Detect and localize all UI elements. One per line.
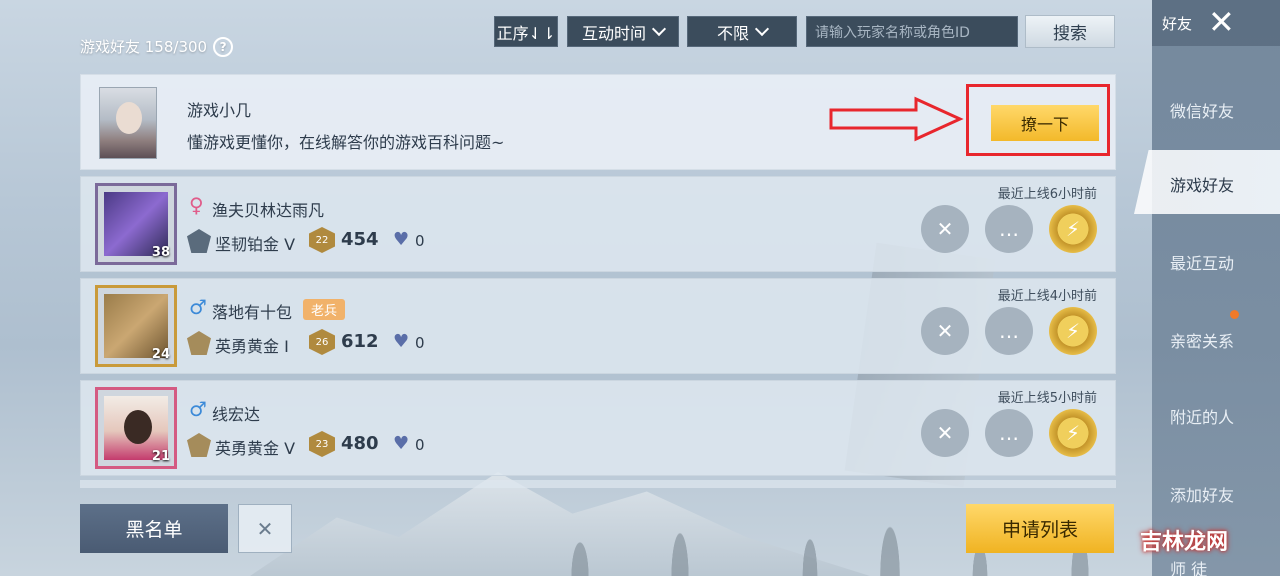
rank-text: 英勇黄金 V <box>215 439 296 458</box>
male-icon: ♂ <box>189 397 207 421</box>
veteran-badge: 老兵 <box>303 299 346 320</box>
rank-points: 612 <box>341 331 379 352</box>
filter-label: 不限 <box>716 23 749 43</box>
assistant-description: 懂游戏更懂你，在线解答你的游戏百科问题~ <box>187 133 505 152</box>
player-level: 21 <box>151 449 170 464</box>
sidebar-item-mentor[interactable]: 师 徒 <box>1170 556 1207 576</box>
player-level: 24 <box>151 347 170 362</box>
chat-icon[interactable]: … <box>985 409 1033 457</box>
sort-by-dropdown[interactable]: 互动时间 <box>567 16 679 47</box>
sidebar-header-label: 好友 <box>1162 14 1193 33</box>
list-item-partial <box>80 480 1116 488</box>
player-name: 落地有十包 <box>212 303 293 322</box>
avatar[interactable] <box>99 87 157 159</box>
rank-points: 454 <box>341 229 379 250</box>
heart-icon: ♥ <box>393 229 410 250</box>
gift-icon[interactable]: ⚡ <box>1049 205 1097 253</box>
sidebar-item-intimate[interactable]: 亲密关系 <box>1170 328 1234 352</box>
chevron-down-icon <box>754 21 770 37</box>
search-input[interactable]: 请输入玩家名称或角色ID <box>806 16 1018 47</box>
player-name: 渔夫贝林达雨凡 <box>212 201 325 220</box>
gift-icon[interactable]: ⚡ <box>1049 307 1097 355</box>
heart-count: 0 <box>415 436 425 454</box>
rank-icon <box>187 229 211 253</box>
sort-order-button[interactable]: 正序⇃⇂ <box>494 16 558 47</box>
remove-friend-icon[interactable]: ✕ <box>921 307 969 355</box>
sort-label: 正序⇃⇂ <box>496 23 556 43</box>
arrow-icon <box>829 96 964 142</box>
notification-dot <box>1230 310 1239 319</box>
sort-by-label: 互动时间 <box>581 23 646 43</box>
sidebar-item-wechat-friends[interactable]: 微信好友 <box>1170 98 1234 122</box>
rank-icon <box>187 331 211 355</box>
filter-dropdown[interactable]: 不限 <box>687 16 797 47</box>
rank-points: 480 <box>341 433 379 454</box>
gift-icon[interactable]: ⚡ <box>1049 409 1097 457</box>
chat-icon[interactable]: … <box>985 307 1033 355</box>
highlight-box <box>966 84 1110 156</box>
title-text: 游戏好友 158/300 <box>80 38 208 56</box>
list-item[interactable]: 38 ♀ 渔夫贝林达雨凡 坚韧铂金 V 22 454 ♥ 0 最近上线6小时前 … <box>80 176 1116 272</box>
avatar[interactable]: 21 <box>95 387 177 469</box>
heart-count: 0 <box>415 232 425 250</box>
heart-icon: ♥ <box>393 433 410 454</box>
remove-friend-icon[interactable]: ✕ <box>921 409 969 457</box>
close-icon[interactable]: ✕ <box>1208 6 1235 38</box>
rank-text: 英勇黄金 I <box>215 337 289 356</box>
apply-list-button[interactable]: 申请列表 <box>966 504 1114 553</box>
female-icon: ♀ <box>189 193 204 217</box>
list-item[interactable]: 21 ♂ 线宏达 英勇黄金 V 23 480 ♥ 0 最近上线5小时前 ✕ … … <box>80 380 1116 476</box>
sidebar-item-recent[interactable]: 最近互动 <box>1170 250 1234 274</box>
heart-count: 0 <box>415 334 425 352</box>
help-icon[interactable]: ? <box>213 36 234 57</box>
player-name: 线宏达 <box>212 405 261 424</box>
rank-level-badge: 23 <box>309 431 335 457</box>
last-online: 最近上线5小时前 <box>997 391 1097 406</box>
friends-count-title: 游戏好友 158/300 ? <box>80 36 234 57</box>
sidebar-item-add-friend[interactable]: 添加好友 <box>1170 482 1234 506</box>
remove-friend-icon[interactable]: ✕ <box>921 205 969 253</box>
chevron-down-icon <box>651 21 667 37</box>
rank-level-badge: 22 <box>309 227 335 253</box>
sidebar: 好友 ✕ 微信好友 最近互动 亲密关系 附近的人 添加好友 师 徒 <box>1152 0 1280 576</box>
avatar[interactable]: 24 <box>95 285 177 367</box>
assistant-name: 游戏小几 <box>187 101 252 120</box>
male-icon: ♂ <box>189 295 207 319</box>
remove-friend-icon[interactable]: ✕ <box>238 504 292 553</box>
blacklist-button[interactable]: 黑名单 <box>80 504 228 553</box>
player-level: 38 <box>151 245 170 260</box>
last-online: 最近上线4小时前 <box>997 289 1097 304</box>
last-online: 最近上线6小时前 <box>997 187 1097 202</box>
rank-icon <box>187 433 211 457</box>
chat-icon[interactable]: … <box>985 205 1033 253</box>
search-placeholder: 请输入玩家名称或角色ID <box>815 24 970 41</box>
rank-level-badge: 26 <box>309 329 335 355</box>
heart-icon: ♥ <box>393 331 410 352</box>
search-button[interactable]: 搜索 <box>1025 15 1115 48</box>
watermark: 吉林龙网 <box>1140 530 1229 555</box>
sidebar-item-nearby[interactable]: 附近的人 <box>1170 404 1234 428</box>
rank-text: 坚韧铂金 V <box>215 235 296 254</box>
avatar[interactable]: 38 <box>95 183 177 265</box>
list-item[interactable]: 24 ♂ 落地有十包 老兵 英勇黄金 I 26 612 ♥ 0 最近上线4小时前… <box>80 278 1116 374</box>
sidebar-item-game-friends[interactable]: 游戏好友 <box>1170 172 1234 196</box>
